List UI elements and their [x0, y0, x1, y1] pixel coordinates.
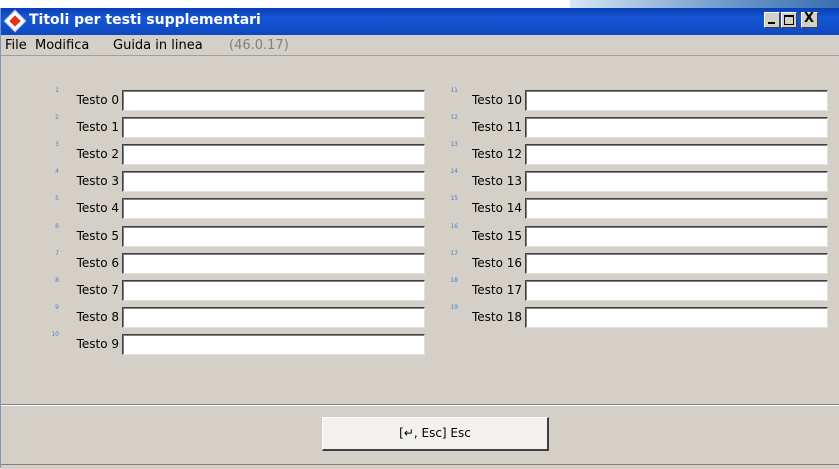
- text-field[interactable]: [525, 144, 828, 166]
- field-row: 11 Testo 10: [1, 87, 839, 111]
- field-number: 10: [51, 330, 59, 338]
- text-field[interactable]: [525, 279, 828, 301]
- menu-modifica[interactable]: Modifica: [35, 38, 89, 53]
- field-number: 19: [450, 303, 458, 311]
- footer-divider: [1, 404, 839, 406]
- field-label: Testo 9: [76, 336, 119, 351]
- field-row: 16 Testo 15: [1, 222, 839, 247]
- field-number: 16: [450, 222, 458, 230]
- text-field[interactable]: [525, 252, 828, 274]
- app-diamond-icon: [3, 9, 27, 33]
- field-row: 19 Testo 18: [1, 303, 839, 328]
- field-row: 13 Testo 12: [1, 141, 839, 166]
- text-field[interactable]: [122, 333, 425, 355]
- field-label: Testo 15: [471, 228, 522, 243]
- title-bar[interactable]: Titoli per testi supplementari X: [1, 8, 839, 35]
- field-row: 18 Testo 17: [1, 276, 839, 301]
- field-label: Testo 12: [471, 147, 522, 162]
- field-row: 15 Testo 14: [1, 195, 839, 220]
- field-label: Testo 16: [471, 255, 522, 270]
- close-button[interactable]: X: [801, 11, 818, 28]
- maximize-button[interactable]: [781, 12, 797, 28]
- field-label: Testo 10: [471, 93, 522, 107]
- field-label: Testo 18: [471, 309, 522, 324]
- minimize-button[interactable]: [764, 12, 780, 28]
- field-row: 17 Testo 16: [1, 249, 839, 274]
- field-row: 12 Testo 11: [1, 114, 839, 139]
- menu-bar: File Modifica Guida in linea (46.0.17): [1, 35, 839, 56]
- field-number: 14: [450, 168, 458, 176]
- text-field[interactable]: [525, 171, 828, 193]
- field-number: 15: [450, 195, 458, 203]
- field-row: 10 Testo 9: [1, 330, 839, 355]
- text-field[interactable]: [525, 225, 828, 247]
- desktop-background-strip: [570, 0, 839, 8]
- field-label: Testo 14: [471, 201, 522, 216]
- field-number: 12: [450, 114, 458, 122]
- menu-file[interactable]: File: [5, 38, 27, 53]
- field-number: 18: [450, 276, 458, 284]
- field-label: Testo 11: [471, 120, 522, 135]
- text-field[interactable]: [525, 90, 828, 111]
- field-number: 11: [450, 87, 458, 94]
- field-number: 17: [450, 249, 458, 257]
- esc-button[interactable]: [↵, Esc] Esc: [322, 417, 549, 451]
- text-field[interactable]: [525, 306, 828, 328]
- window-title: Titoli per testi supplementari: [29, 12, 261, 28]
- field-label: Testo 13: [471, 174, 522, 189]
- text-field[interactable]: [525, 198, 828, 220]
- close-icon: X: [804, 11, 815, 26]
- menu-guida[interactable]: Guida in linea: [113, 38, 203, 53]
- field-row: 14 Testo 13: [1, 168, 839, 193]
- text-field[interactable]: [525, 117, 828, 139]
- dialog-window: Titoli per testi supplementari X File Mo…: [0, 8, 839, 469]
- window-bottom-edge: [1, 464, 839, 469]
- version-label: (46.0.17): [229, 38, 289, 53]
- field-number: 13: [450, 141, 458, 149]
- field-label: Testo 17: [471, 282, 522, 297]
